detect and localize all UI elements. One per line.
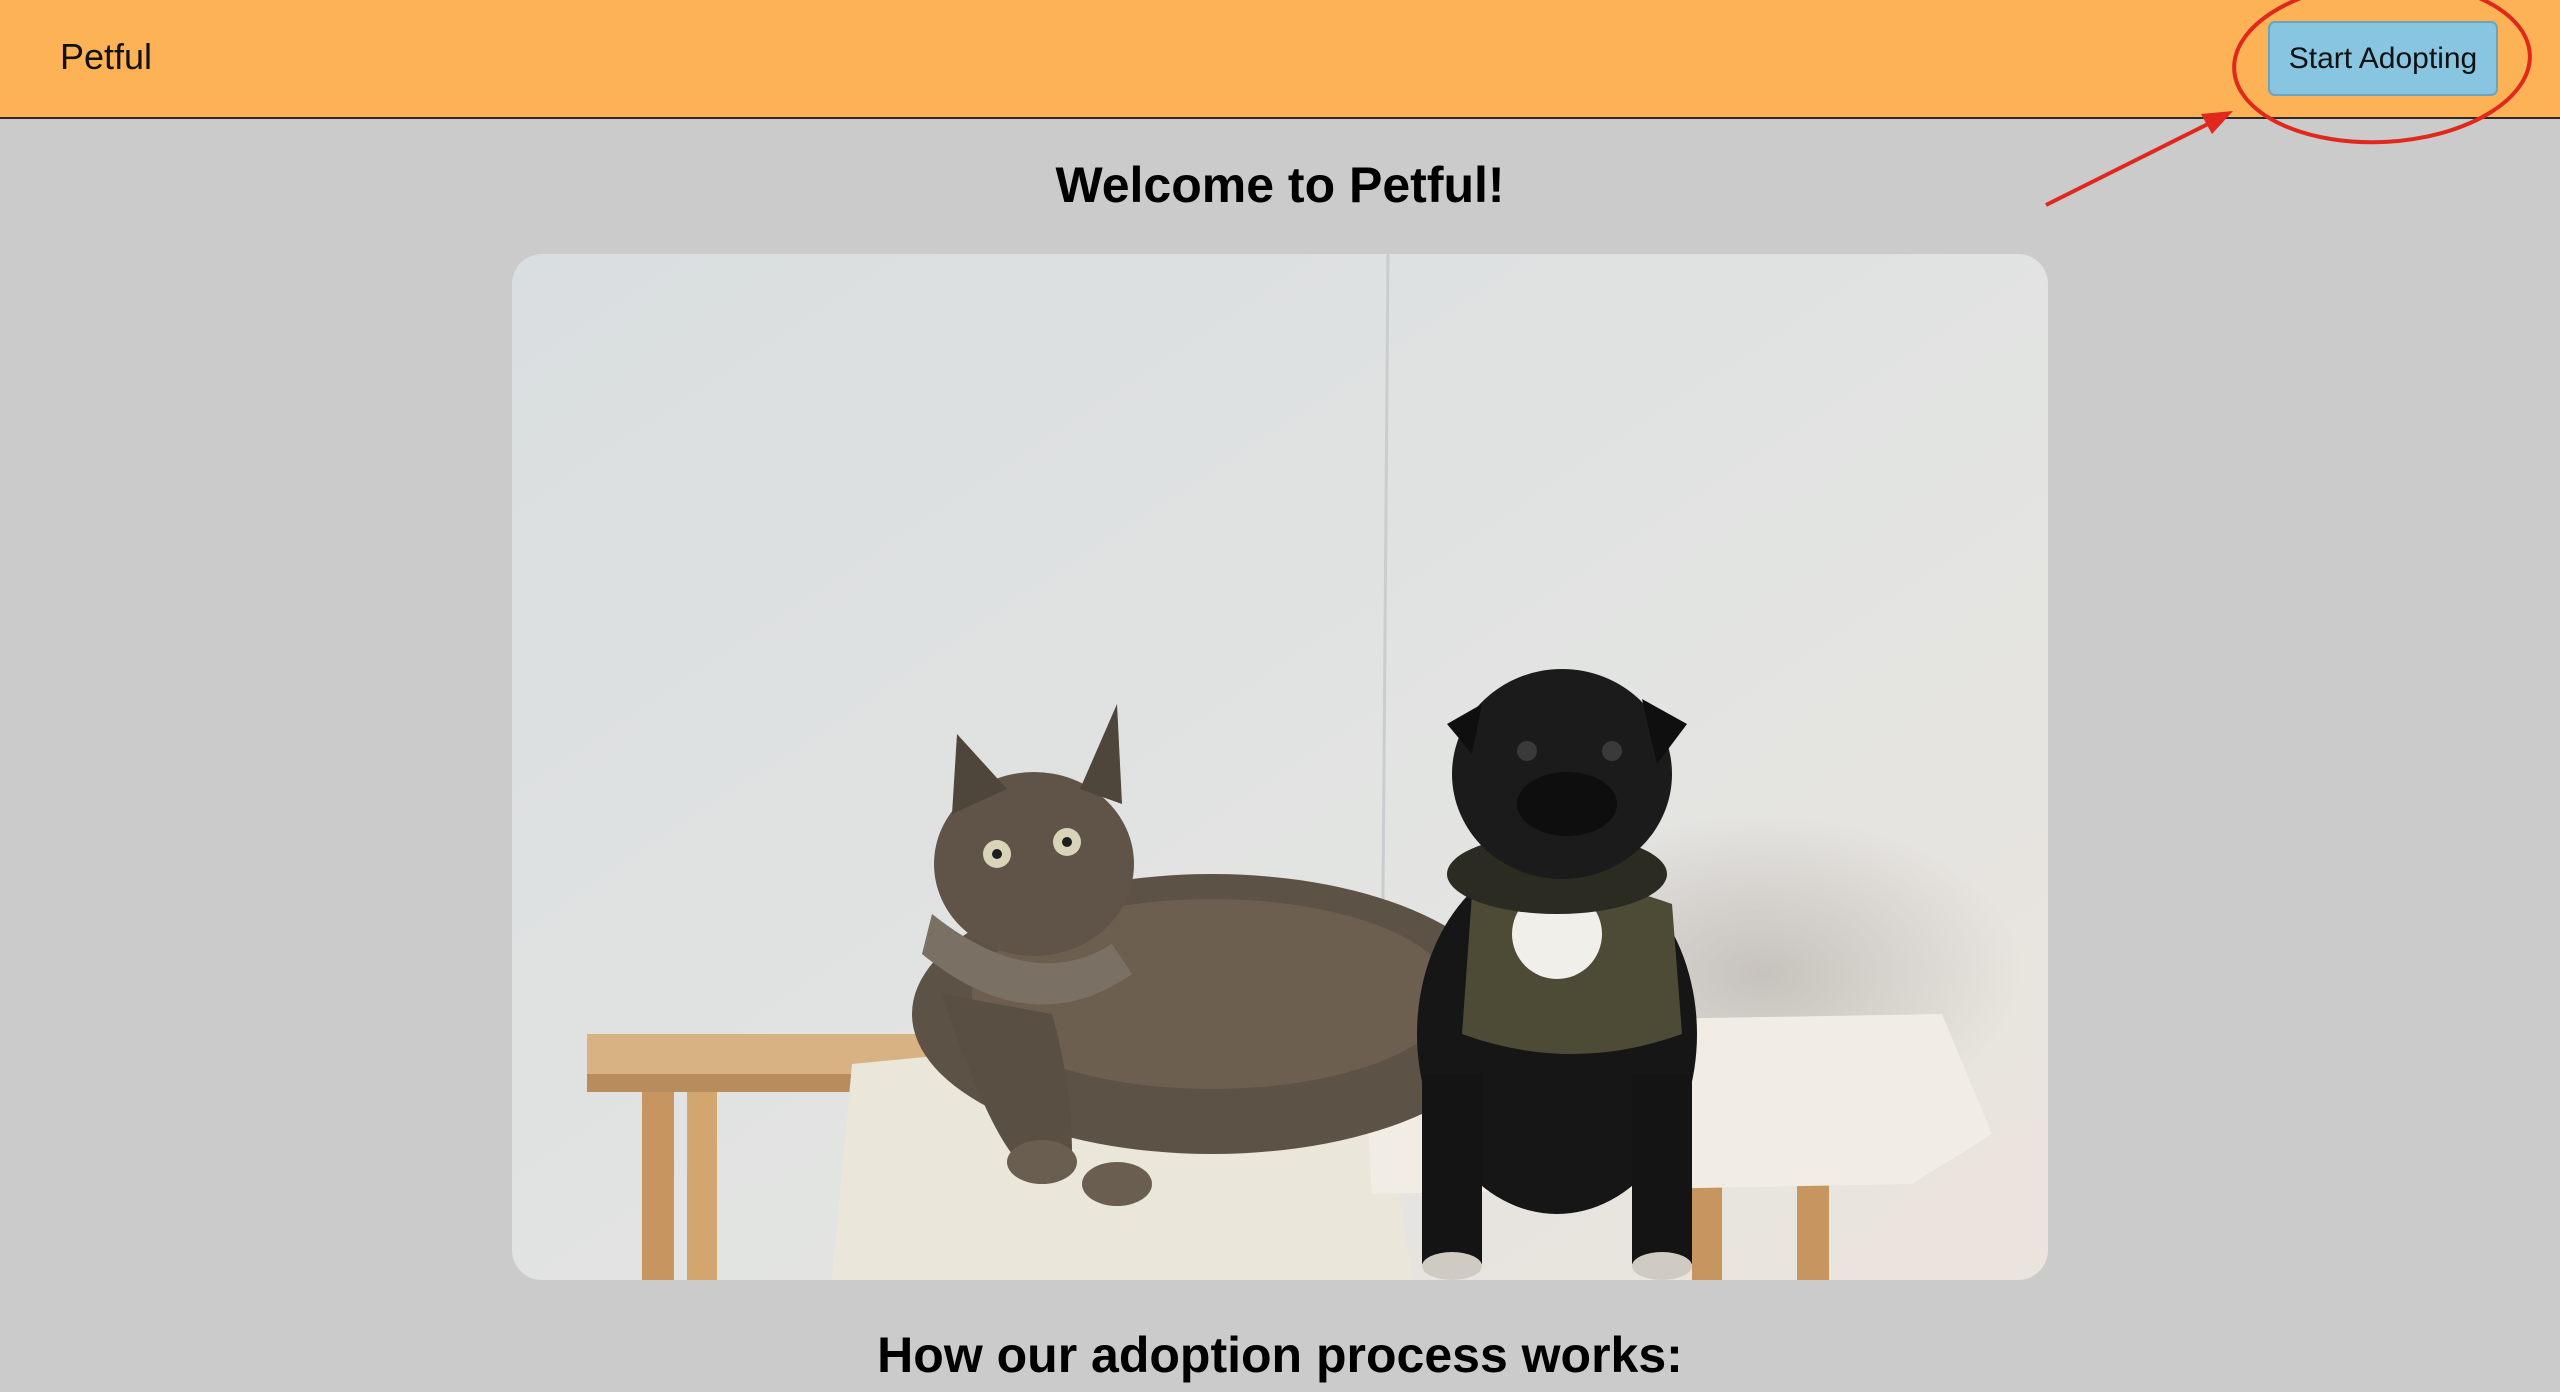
welcome-title: Welcome to Petful! bbox=[1055, 157, 1505, 213]
brand-logo[interactable]: Petful bbox=[60, 36, 152, 78]
cat-and-pug-photo-icon bbox=[512, 254, 2048, 1280]
process-heading: How our adoption process works: bbox=[877, 1327, 1683, 1383]
navbar: Petful Start Adopting bbox=[0, 0, 2560, 119]
page: Petful Start Adopting Welcome to Petful! bbox=[0, 0, 2560, 1392]
hero-image bbox=[512, 254, 2048, 1280]
start-adopting-button[interactable]: Start Adopting bbox=[2268, 21, 2498, 96]
